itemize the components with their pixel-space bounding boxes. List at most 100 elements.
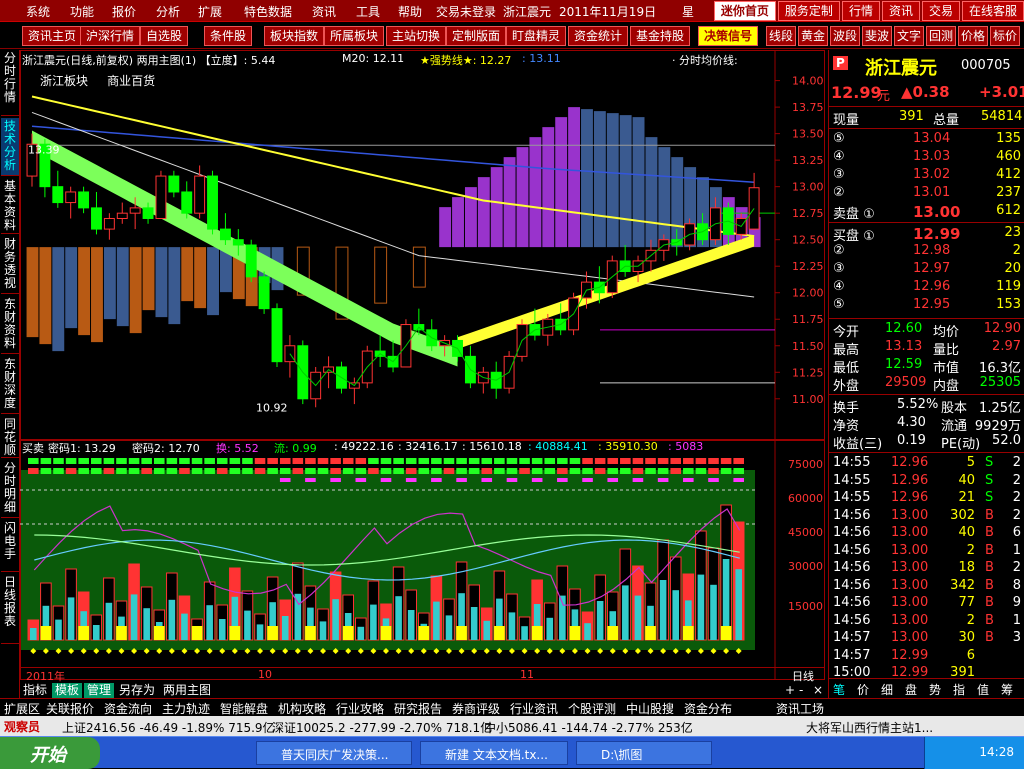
stat-row: 最高 13.13 量比 2.97 <box>829 338 1024 358</box>
left-tab-3[interactable]: 财务透视 <box>1 236 19 294</box>
toolbar-button-7[interactable]: 定制版面 <box>446 26 507 46</box>
right-tab-5[interactable]: 指 <box>953 681 965 698</box>
menu-7[interactable]: 工具 <box>356 3 380 20</box>
left-tab-7[interactable]: 分时明细 <box>1 460 19 518</box>
draw-tool-5[interactable]: 回测 <box>926 26 957 46</box>
draw-tool-6[interactable]: 价格 <box>958 26 989 46</box>
draw-tool-1[interactable]: 黄金 <box>798 26 829 46</box>
toolbar-button-0[interactable]: 资讯主页 <box>22 26 83 46</box>
toolbar-button-6[interactable]: 主站切换 <box>386 26 447 46</box>
info-link-10[interactable]: 个股评测 <box>568 700 616 717</box>
menu-6[interactable]: 资讯 <box>312 3 336 20</box>
info-link-3[interactable]: 主力轨迹 <box>162 700 210 717</box>
menu-5[interactable]: 特色数据 <box>244 3 292 20</box>
menu-9[interactable]: 交易未登录 <box>436 3 496 20</box>
menu-1[interactable]: 功能 <box>70 3 94 20</box>
right-tab-2[interactable]: 细 <box>881 681 893 698</box>
menu-right-button-2[interactable]: 行情 <box>841 1 880 21</box>
menu-11[interactable]: 2011年11月19日 <box>559 3 656 20</box>
bottom-tab-0[interactable]: 指标 <box>20 683 50 698</box>
volume-indicator-chart[interactable]: 75000 60000 45000 30000 15000 <box>20 440 825 680</box>
right-tab-1[interactable]: 价 <box>857 681 869 698</box>
left-tab-9[interactable]: 日线报表 <box>1 574 19 644</box>
info-workshop[interactable]: 资讯工场 <box>776 700 824 717</box>
right-tab-0[interactable]: 笔 <box>833 681 845 698</box>
zoom-out-button[interactable]: - <box>796 683 806 698</box>
sell-level-1: 卖盘 ① 13.00 612 <box>829 202 1024 222</box>
zx-index[interactable]: 中小5086.41 -144.74 -2.77% 253亿 <box>484 719 693 736</box>
bottom-tab-2[interactable]: 管理 <box>84 683 115 698</box>
menu-right-button-1[interactable]: 服务定制 <box>777 1 840 21</box>
left-tab-0[interactable]: 分时行情 <box>1 50 19 116</box>
menu-8[interactable]: 帮助 <box>398 3 422 20</box>
right-tab-4[interactable]: 势 <box>929 681 941 698</box>
toolbar-button-8[interactable]: 盯盘精灵 <box>506 26 567 46</box>
draw-tool-2[interactable]: 波段 <box>830 26 861 46</box>
bottom-tab-3[interactable]: 另存为 <box>116 683 158 698</box>
info-link-7[interactable]: 研究报告 <box>394 700 442 717</box>
sz-index[interactable]: 深证10025.2 -277.99 -2.70% 718.1亿 <box>272 719 492 736</box>
signal-bar <box>720 458 732 464</box>
y-tick-label: 12.75 <box>792 207 824 220</box>
bottom-tab-4[interactable]: 两用主图 <box>160 683 214 698</box>
toolbar-button-3[interactable]: 条件股 <box>204 26 253 46</box>
toolbar-button-11[interactable]: 决策信号 <box>698 26 759 46</box>
news-ticker[interactable]: 大将军山西行情主站1... <box>806 719 933 736</box>
info-link-4[interactable]: 智能解盘 <box>220 700 268 717</box>
menu-right-button-4[interactable]: 交易 <box>921 1 960 21</box>
menu-3[interactable]: 分析 <box>156 3 180 20</box>
info-link-2[interactable]: 资金流向 <box>104 700 152 717</box>
info-link-12[interactable]: 资金分布 <box>684 700 732 717</box>
sh-index[interactable]: 上证2416.56 -46.49 -1.89% 715.9亿 <box>62 719 275 736</box>
toolbar-button-4[interactable]: 板块指数 <box>264 26 325 46</box>
toolbar-button-1[interactable]: 沪深行情 <box>80 26 141 46</box>
menu-10[interactable]: 浙江震元 <box>503 3 551 20</box>
draw-tool-4[interactable]: 文字 <box>894 26 925 46</box>
draw-tool-7[interactable]: 标价 <box>990 26 1021 46</box>
info-link-1[interactable]: 关联报价 <box>46 700 94 717</box>
tick-price: 13.00 <box>891 525 929 540</box>
menu-right-button-3[interactable]: 资讯 <box>881 1 920 21</box>
menu-0[interactable]: 系统 <box>26 3 50 20</box>
kline-chart[interactable]: 14.00 13.75 13.50 13.25 13.00 12.75 12.50 12.25… <box>20 50 825 440</box>
toolbar-button-9[interactable]: 资金统计 <box>568 26 629 46</box>
right-tab-7[interactable]: 筹 <box>1001 681 1013 698</box>
info-link-0[interactable]: 扩展区 <box>4 700 40 717</box>
info-link-6[interactable]: 行业攻略 <box>336 700 384 717</box>
toolbar-button-10[interactable]: 基金持股 <box>630 26 691 46</box>
left-tab-8[interactable]: 闪电手 <box>1 520 19 572</box>
info-link-9[interactable]: 行业资讯 <box>510 700 558 717</box>
start-button[interactable]: 开始 <box>0 737 100 769</box>
menu-4[interactable]: 扩展 <box>198 3 222 20</box>
draw-tool-3[interactable]: 斐波 <box>862 26 893 46</box>
left-tab-1[interactable]: 技术分析 <box>1 118 19 176</box>
right-tab-3[interactable]: 盘 <box>905 681 917 698</box>
draw-tool-0[interactable]: 线段 <box>766 26 797 46</box>
left-tab-6[interactable]: 同花顺 <box>1 416 19 458</box>
info-link-5[interactable]: 机构攻略 <box>278 700 326 717</box>
info-link-11[interactable]: 中山股搜 <box>626 700 674 717</box>
toolbar-button-5[interactable]: 所属板块 <box>324 26 385 46</box>
info-link-8[interactable]: 券商评级 <box>452 700 500 717</box>
left-tab-5[interactable]: 东财深度 <box>1 356 19 414</box>
close-indicator-button[interactable]: × <box>810 683 826 698</box>
left-tab-4[interactable]: 东财资料 <box>1 296 19 354</box>
hist-bar <box>26 247 39 338</box>
task-item-1[interactable]: 新建 文本文档.tx... <box>420 741 568 765</box>
taskbar: 开始 普天同庆广发决策... 新建 文本文档.tx... D:\抓图 14:28 <box>0 736 1024 769</box>
menu-right-button-0[interactable]: 迷你首页 <box>713 1 776 21</box>
task-item-2[interactable]: D:\抓图 <box>576 741 712 765</box>
right-tab-6[interactable]: 值 <box>977 681 989 698</box>
trade-tick-row: 14:56 13.00 342 B 8 <box>829 577 1024 594</box>
menu-2[interactable]: 报价 <box>112 3 136 20</box>
menu-12[interactable]: 星 <box>682 3 694 20</box>
bottom-tab-1[interactable]: 模板 <box>52 683 83 698</box>
task-item-0[interactable]: 普天同庆广发决策... <box>256 741 412 765</box>
signal-bar <box>279 458 291 464</box>
menu-right-button-5[interactable]: 在线客服 <box>961 1 1024 21</box>
toolbar-button-2[interactable]: 自选股 <box>140 26 189 46</box>
left-tab-2[interactable]: 基本资料 <box>1 178 19 234</box>
candle <box>258 271 270 314</box>
signal-bar <box>242 468 253 474</box>
signal-bar <box>204 458 215 464</box>
